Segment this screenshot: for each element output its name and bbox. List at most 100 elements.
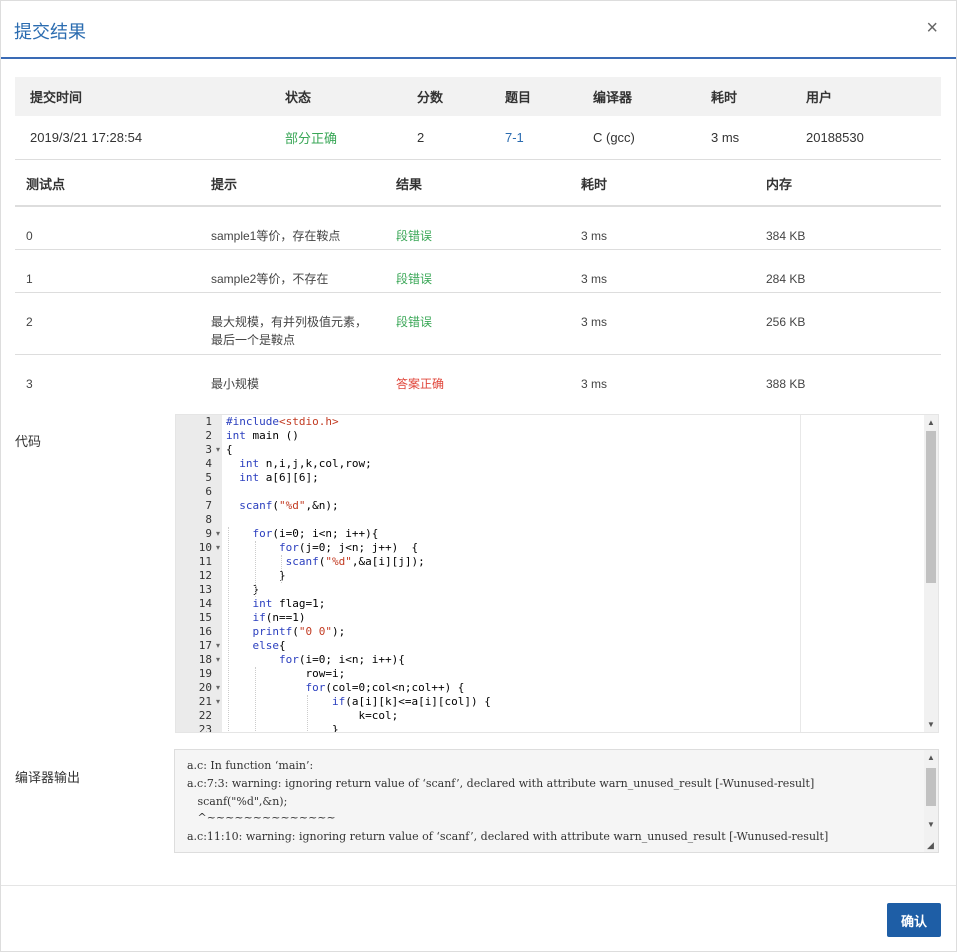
output-line: a.c:7:3: warning: ignoring return value … <box>187 777 815 790</box>
output-line: scanf("%d",&n); <box>187 795 288 808</box>
fold-toggle-icon[interactable]: ▾ <box>216 641 220 650</box>
code-line: scanf("%d",&n); <box>239 499 339 512</box>
code-line: } <box>226 723 339 733</box>
line-number: 15 <box>198 611 212 624</box>
indent-guide <box>307 695 308 732</box>
confirm-button[interactable]: 确认 <box>887 903 941 937</box>
code-line: int n,i,j,k,col,row; <box>239 457 372 470</box>
test-time: 3 ms <box>581 272 608 286</box>
compiler-output-box[interactable]: ▲ ▼ ◢ a.c: In function ‘main’: a.c:7:3: w… <box>174 749 939 853</box>
output-line: a.c:11:10: warning: ignoring return valu… <box>187 830 829 843</box>
code-line: int main () <box>226 429 299 442</box>
code-line: for(i=0; i<n; i++){ <box>252 527 379 540</box>
dialog-title: 提交结果 <box>14 22 86 42</box>
fold-toggle-icon[interactable]: ▾ <box>216 529 220 538</box>
code-label: 代码 <box>15 434 42 449</box>
scroll-down-icon[interactable]: ▼ <box>927 720 935 729</box>
table-row: 2 最大规模，有并列极值元素，最后一个是鞍点 段错误 3 ms 256 KB <box>15 293 941 355</box>
indent-guide <box>255 541 256 597</box>
test-cases-table: 测试点 提示 结果 耗时 内存 0 sample1等价，存在鞍点 段错误 3 m… <box>15 162 941 398</box>
line-number: 6 <box>205 485 212 498</box>
line-number: 9 <box>205 527 212 540</box>
indent-guide <box>228 527 229 732</box>
line-number: 23 <box>198 723 212 733</box>
test-memory: 284 KB <box>766 272 806 286</box>
line-number: 10 <box>198 541 212 554</box>
fold-toggle-icon[interactable]: ▾ <box>216 543 220 552</box>
user-value: 20188530 <box>806 130 864 145</box>
fold-toggle-icon[interactable]: ▾ <box>216 697 220 706</box>
scroll-thumb[interactable] <box>926 768 936 806</box>
compiler-output-label: 编译器输出 <box>15 770 81 785</box>
header-hint: 提示 <box>211 177 238 192</box>
line-number: 11 <box>198 555 212 568</box>
indent-guide <box>281 555 282 583</box>
test-memory: 384 KB <box>766 229 806 243</box>
code-line: if(n==1) <box>252 611 306 624</box>
score-value: 2 <box>417 130 425 145</box>
summary-row: 2019/3/21 17:28:54 部分正确 2 7-1 C (gcc) 3 … <box>15 116 941 160</box>
code-scrollbar[interactable]: ▲ ▼ <box>924 415 938 732</box>
dialog-header: 提交结果 × <box>1 1 956 59</box>
line-number: 18 <box>198 653 212 666</box>
scroll-up-icon[interactable]: ▲ <box>927 753 935 762</box>
code-line: else{ <box>252 639 286 652</box>
header-submit-time: 提交时间 <box>30 90 83 105</box>
footer-divider <box>1 885 956 886</box>
test-result: 段错误 <box>396 272 433 286</box>
output-line: ^~~~~~~~~~~~~~~ <box>187 811 336 824</box>
submission-result-dialog: 提交结果 × 提交时间 状态 分数 题目 编译器 耗时 用户 2019/3/21… <box>0 0 957 952</box>
code-editor[interactable]: 1 2 3 ▾ 4 5 6 7 8 9 ▾ 10 ▾ 11 12 13 14 15 16 17 ▾ 18 ▾ 19 20 ▾ 21 ▾… <box>175 414 939 733</box>
code-line: printf("0 0"); <box>252 625 346 638</box>
test-hint: sample2等价，不存在 <box>211 272 329 286</box>
resize-handle-icon[interactable]: ◢ <box>927 840 934 851</box>
test-id: 3 <box>26 377 33 391</box>
test-hint: 最小规模 <box>211 377 260 391</box>
line-number: 14 <box>198 597 212 610</box>
scroll-down-icon[interactable]: ▼ <box>927 820 935 829</box>
line-number: 17 <box>198 639 212 652</box>
table-row: 1 sample2等价，不存在 段错误 3 ms 284 KB <box>15 250 941 293</box>
test-memory: 388 KB <box>766 377 806 391</box>
header-memory: 内存 <box>766 177 793 192</box>
line-number: 7 <box>205 499 212 512</box>
test-time: 3 ms <box>581 229 608 243</box>
scroll-thumb[interactable] <box>926 431 936 583</box>
line-number: 1 <box>205 415 212 428</box>
output-scrollbar[interactable]: ▲ ▼ ◢ <box>924 750 938 852</box>
fold-toggle-icon[interactable]: ▾ <box>216 655 220 664</box>
code-line: row=i; <box>226 667 346 680</box>
test-hint: sample1等价，存在鞍点 <box>211 229 341 243</box>
code-content[interactable]: #include<stdio.h> int main (){ int n,i,j,… <box>222 415 927 732</box>
problem-link[interactable]: 7-1 <box>505 116 524 159</box>
code-line: for(i=0; i<n; i++){ <box>278 653 405 666</box>
fold-toggle-icon[interactable]: ▾ <box>216 683 220 692</box>
test-result: 答案正确 <box>396 377 445 391</box>
test-time: 3 ms <box>581 315 608 329</box>
code-line: #include<stdio.h> <box>226 415 339 428</box>
summary-header-row: 提交时间 状态 分数 题目 编译器 耗时 用户 <box>15 77 941 116</box>
close-icon[interactable]: × <box>926 17 938 39</box>
line-number: 13 <box>198 583 212 596</box>
status-partial: 部分正确 <box>285 131 338 146</box>
line-number: 3 <box>205 443 212 456</box>
print-margin <box>800 415 801 732</box>
table-row: 3 最小规模 答案正确 3 ms 388 KB <box>15 355 941 398</box>
test-result: 段错误 <box>396 229 433 243</box>
code-line: for(col=0;col<n;col++) { <box>305 681 465 694</box>
fold-toggle-icon[interactable]: ▾ <box>216 445 220 454</box>
compiler-value: C (gcc) <box>593 130 635 145</box>
table-row: 0 sample1等价，存在鞍点 段错误 3 ms 384 KB <box>15 207 941 250</box>
test-hint: 最大规模，有并列极值元素，最后一个是鞍点 <box>211 315 368 347</box>
code-line: k=col; <box>226 709 399 722</box>
code-line: int flag=1; <box>252 597 326 610</box>
scroll-up-icon[interactable]: ▲ <box>927 418 935 427</box>
header-test-point: 测试点 <box>26 177 66 192</box>
line-number: 19 <box>198 667 212 680</box>
line-number: 22 <box>198 709 212 722</box>
header-result: 结果 <box>396 177 423 192</box>
submit-time: 2019/3/21 17:28:54 <box>30 130 143 145</box>
line-number: 2 <box>205 429 212 442</box>
indent-guide <box>255 667 256 732</box>
test-time: 3 ms <box>581 377 608 391</box>
